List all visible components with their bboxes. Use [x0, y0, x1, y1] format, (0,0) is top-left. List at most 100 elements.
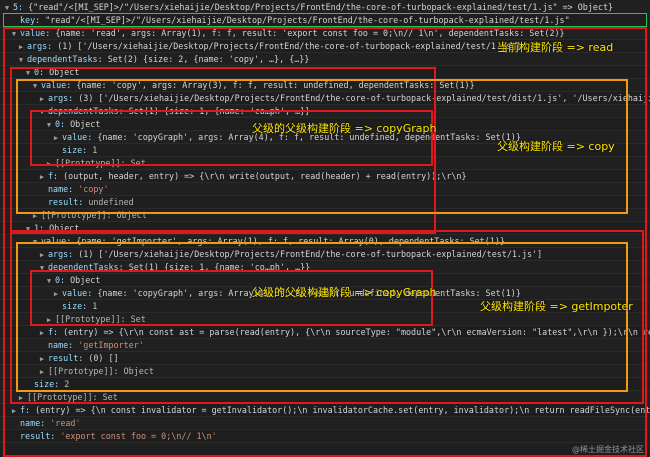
- property-value: (0) []: [88, 353, 119, 363]
- watermark: @稀土掘金技术社区: [572, 445, 644, 454]
- property-key: 0:: [55, 275, 66, 285]
- property-key: result:: [48, 353, 84, 363]
- property-value: Object: [123, 366, 154, 376]
- tree-row: result: undefined: [0, 196, 650, 209]
- collapsed-triangle-icon[interactable]: ▶: [38, 327, 46, 338]
- property-key: name:: [48, 340, 74, 350]
- property-key: size:: [62, 145, 88, 155]
- annotation-getimporter: 父级构建阶段 => getImpoter: [480, 300, 633, 313]
- property-value: Object: [49, 223, 80, 233]
- tree-row[interactable]: ▶ [[Prototype]]: Object: [0, 209, 650, 222]
- collapsed-triangle-icon[interactable]: ▶: [31, 210, 39, 221]
- tree-row[interactable]: ▼ value: {name: 'getImporter', args: Arra…: [0, 235, 650, 248]
- annotation-copy: 父级构建阶段 => copy: [497, 140, 615, 153]
- tree-row[interactable]: ▶ [[Prototype]]: Set: [0, 157, 650, 170]
- collapsed-triangle-icon[interactable]: ▶: [52, 288, 60, 299]
- property-key: dependentTasks:: [48, 106, 124, 116]
- expanded-triangle-icon[interactable]: ▼: [38, 106, 46, 117]
- collapsed-triangle-icon[interactable]: ▶: [38, 249, 46, 260]
- tree-row[interactable]: ▶ args: (1) ['/Users/xiehaijie/Desktop/Pr…: [0, 248, 650, 261]
- collapsed-triangle-icon[interactable]: ▶: [52, 132, 60, 143]
- expanded-triangle-icon[interactable]: ▼: [31, 236, 39, 247]
- property-value: (1) ['/Users/xiehaijie/Desktop/Projects/…: [57, 41, 522, 51]
- property-value: 'read': [50, 418, 81, 428]
- property-value: "read"/<[MI_SEP]>/"/Users/xiehaijie/Desk…: [45, 15, 570, 25]
- property-value: 1: [92, 145, 98, 155]
- property-value: Object: [70, 275, 101, 285]
- property-value: {name: 'copy', args: Array(3), f: f, res…: [76, 80, 475, 90]
- property-key: dependentTasks:: [27, 54, 103, 64]
- property-key: result:: [20, 431, 56, 441]
- property-key: dependentTasks:: [48, 262, 124, 272]
- property-key: 1:: [34, 223, 45, 233]
- property-key: [[Prototype]]:: [41, 210, 112, 220]
- tree-row[interactable]: ▼ value: {name: 'copy', args: Array(3), f…: [0, 79, 650, 92]
- tree-row[interactable]: ▶ f: (entry) => {\n const invalidator = g…: [0, 404, 650, 417]
- property-key: f:: [48, 171, 59, 181]
- expanded-triangle-icon[interactable]: ▼: [45, 119, 53, 130]
- collapsed-triangle-icon[interactable]: ▶: [38, 93, 46, 104]
- property-key: name:: [20, 418, 46, 428]
- expanded-triangle-icon[interactable]: ▼: [24, 67, 32, 78]
- tree-row[interactable]: ▼ 1: Object: [0, 222, 650, 235]
- property-value: Set: [130, 158, 146, 168]
- property-value: Set: [102, 392, 118, 402]
- collapsed-triangle-icon[interactable]: ▶: [38, 353, 46, 364]
- property-value: (entry) => {\n const invalidator = getIn…: [35, 405, 650, 415]
- property-key: value:: [20, 28, 51, 38]
- property-key: value:: [62, 288, 93, 298]
- tree-row[interactable]: ▶ result: (0) []: [0, 352, 650, 365]
- tree-row[interactable]: ▼ dependentTasks: Set(1) {size: 1, {name:…: [0, 261, 650, 274]
- property-value: Set(1) {size: 1, {name: 'co…ph', …}}: [128, 262, 311, 272]
- collapsed-triangle-icon[interactable]: ▶: [45, 158, 53, 169]
- property-key: f:: [48, 327, 59, 337]
- expanded-triangle-icon[interactable]: ▼: [3, 2, 11, 13]
- expanded-triangle-icon[interactable]: ▼: [31, 80, 39, 91]
- tree-row[interactable]: ▶ [[Prototype]]: Object: [0, 365, 650, 378]
- property-value: undefined: [88, 197, 134, 207]
- property-value: 'copy': [78, 184, 109, 194]
- property-value: Object: [116, 210, 147, 220]
- annotation-read: 当前构建阶段 => read: [497, 41, 614, 54]
- property-key: [[Prototype]]:: [48, 366, 119, 376]
- expanded-triangle-icon[interactable]: ▼: [10, 28, 18, 39]
- collapsed-triangle-icon[interactable]: ▶: [17, 392, 25, 403]
- tree-row[interactable]: ▶ f: (output, header, entry) => {\r\n wri…: [0, 170, 650, 183]
- tree-row[interactable]: ▼ 0: Object: [0, 66, 650, 79]
- collapsed-triangle-icon[interactable]: ▶: [38, 366, 46, 377]
- property-key: [[Prototype]]:: [27, 392, 98, 402]
- property-key: 5:: [13, 2, 24, 12]
- collapsed-triangle-icon[interactable]: ▶: [38, 171, 46, 182]
- property-key: 0:: [34, 67, 45, 77]
- annotation-copygraph-1: 父级的父级构建阶段 => copyGraph: [252, 122, 437, 135]
- expanded-triangle-icon[interactable]: ▼: [17, 54, 25, 65]
- annotation-copygraph-2: 父级的父级构建阶段 => copyGraph: [252, 286, 437, 299]
- expanded-triangle-icon[interactable]: ▼: [38, 262, 46, 273]
- tree-row: result: 'export const foo = 0;\n// 1\n': [0, 430, 650, 443]
- collapsed-triangle-icon[interactable]: ▶: [45, 314, 53, 325]
- property-key: [[Prototype]]:: [55, 158, 126, 168]
- tree-row[interactable]: ▶ [[Prototype]]: Set: [0, 313, 650, 326]
- tree-row: key: "read"/<[MI_SEP]>/"/Users/xiehaijie…: [0, 14, 650, 27]
- expanded-triangle-icon[interactable]: ▼: [45, 275, 53, 286]
- property-key: value:: [41, 80, 72, 90]
- collapsed-triangle-icon[interactable]: ▶: [17, 41, 25, 52]
- property-key: result:: [48, 197, 84, 207]
- tree-row[interactable]: ▼ dependentTasks: Set(1) {size: 1, {name:…: [0, 105, 650, 118]
- tree-row[interactable]: ▶ args: (3) ['/Users/xiehaijie/Desktop/Pr…: [0, 92, 650, 105]
- property-key: args:: [48, 249, 74, 259]
- tree-row[interactable]: ▶ f: (entry) => {\r\n const ast = parse(r…: [0, 326, 650, 339]
- tree-row[interactable]: ▶ [[Prototype]]: Set: [0, 391, 650, 404]
- property-value: 'getImporter': [78, 340, 144, 350]
- expanded-triangle-icon[interactable]: ▼: [24, 223, 32, 234]
- property-key: size:: [62, 301, 88, 311]
- tree-row[interactable]: ▼ 5: {"read"/<[MI_SEP]>/"/Users/xiehaijie…: [0, 1, 650, 14]
- property-key: [[Prototype]]:: [55, 314, 126, 324]
- collapsed-triangle-icon[interactable]: ▶: [10, 405, 18, 416]
- property-key: 0:: [55, 119, 66, 129]
- property-value: (entry) => {\r\n const ast = parse(read(…: [63, 327, 650, 337]
- property-value: (output, header, entry) => {\r\n write(o…: [63, 171, 467, 181]
- property-key: name:: [48, 184, 74, 194]
- property-key: f:: [20, 405, 31, 415]
- property-value: Set(1) {size: 1, {name: 'co…ph', …}}: [128, 106, 311, 116]
